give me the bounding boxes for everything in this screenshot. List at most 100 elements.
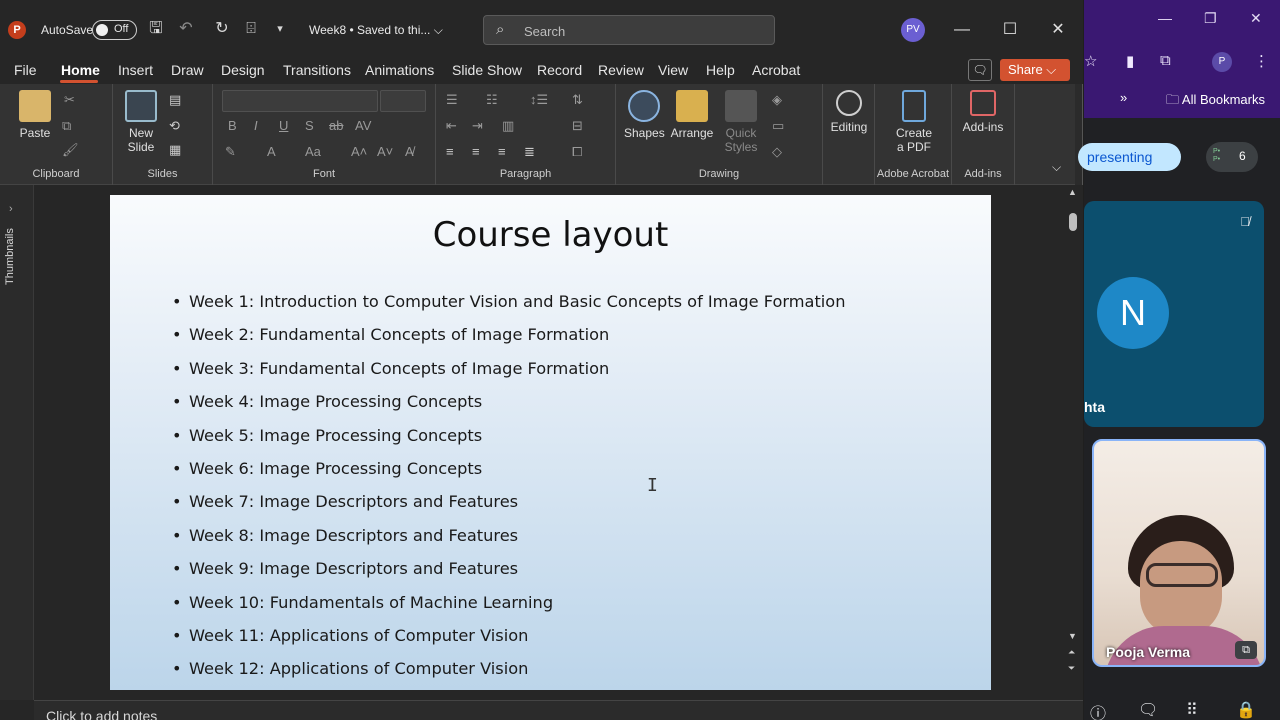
columns-icon[interactable]: ▥ bbox=[502, 118, 514, 134]
save-icon[interactable]: 🖫 bbox=[146, 19, 166, 39]
tab-help[interactable]: Help bbox=[706, 62, 735, 78]
tab-file[interactable]: File bbox=[14, 62, 37, 78]
bullets-icon[interactable]: ☰ bbox=[446, 92, 458, 108]
picture-in-picture-icon[interactable]: ⧉ bbox=[1235, 641, 1257, 659]
tab-design[interactable]: Design bbox=[221, 62, 265, 78]
underline-icon[interactable]: U bbox=[279, 118, 288, 133]
autosave-toggle[interactable]: Off bbox=[92, 20, 137, 40]
tab-transitions[interactable]: Transitions bbox=[283, 62, 351, 78]
tab-view[interactable]: View bbox=[658, 62, 688, 78]
strikethrough-icon[interactable]: ab bbox=[329, 118, 343, 133]
scroll-down-icon[interactable]: ▼ bbox=[1068, 631, 1077, 641]
tab-review[interactable]: Review bbox=[598, 62, 644, 78]
numbering-icon[interactable]: ☷ bbox=[486, 92, 498, 108]
next-slide-icon[interactable]: ⏷ bbox=[1068, 663, 1075, 674]
shape-outline-icon[interactable]: ▭ bbox=[772, 118, 784, 134]
increase-font-icon[interactable]: A˄ bbox=[351, 144, 367, 159]
browser-minimize-button[interactable]: — bbox=[1158, 10, 1172, 26]
slide-canvas[interactable]: Course layout • Week 1: Introduction to C… bbox=[110, 195, 991, 690]
section-icon[interactable]: ▦ bbox=[169, 142, 181, 158]
close-button[interactable]: ✕ bbox=[1046, 18, 1070, 42]
copy-icon[interactable]: ⧉ bbox=[62, 118, 71, 134]
smartart-icon[interactable]: ⧠ bbox=[572, 144, 582, 160]
bold-icon[interactable]: B bbox=[228, 118, 237, 133]
undo-icon[interactable]: ↶ bbox=[176, 19, 196, 39]
cut-icon[interactable]: ✂ bbox=[64, 92, 75, 108]
tab-animations[interactable]: Animations bbox=[365, 62, 434, 78]
char-spacing-icon[interactable]: AV bbox=[355, 118, 371, 133]
new-slide-button[interactable]: New Slide bbox=[121, 90, 161, 154]
course-bullet-list[interactable]: • Week 1: Introduction to Computer Vision… bbox=[172, 285, 845, 686]
all-bookmarks-link[interactable]: 🗀 All Bookmarks bbox=[1166, 91, 1265, 113]
tab-home[interactable]: Home bbox=[61, 62, 100, 78]
shape-effects-icon[interactable]: ◇ bbox=[772, 144, 782, 160]
tab-slide-show[interactable]: Slide Show bbox=[452, 62, 522, 78]
thumbnails-pane[interactable]: › Thumbnails bbox=[0, 185, 34, 700]
arrange-button[interactable]: Arrange bbox=[670, 90, 714, 140]
reset-icon[interactable]: ⟲ bbox=[169, 118, 180, 134]
activities-grid-icon[interactable]: ⠿ bbox=[1186, 700, 1198, 720]
text-direction-icon[interactable]: ⇅ bbox=[572, 92, 583, 108]
font-name-box[interactable] bbox=[222, 90, 378, 112]
share-button[interactable]: Share ⌵ bbox=[1000, 59, 1070, 81]
meeting-info-icon[interactable]: ⓘ bbox=[1090, 700, 1106, 720]
notes-pane[interactable]: Click to add notes bbox=[34, 700, 1083, 720]
font-color-icon[interactable]: A bbox=[267, 144, 276, 159]
user-avatar[interactable]: PV bbox=[901, 18, 925, 42]
browser-close-button[interactable]: ✕ bbox=[1250, 10, 1262, 27]
highlight-icon[interactable]: ✎ bbox=[225, 144, 236, 160]
paste-button[interactable]: Paste bbox=[16, 90, 54, 140]
decrease-indent-icon[interactable]: ⇤ bbox=[446, 118, 457, 134]
shadow-icon[interactable]: S bbox=[305, 118, 314, 133]
clear-format-icon[interactable]: A̸ bbox=[405, 144, 414, 159]
extensions-puzzle-icon[interactable]: ⧉ bbox=[1160, 52, 1171, 69]
create-pdf-button[interactable]: Create a PDF bbox=[891, 90, 937, 154]
chat-icon[interactable]: 🗨 bbox=[1138, 700, 1158, 720]
browser-menu-icon[interactable]: ⋮ bbox=[1254, 52, 1269, 70]
minimize-button[interactable]: — bbox=[950, 18, 974, 42]
increase-indent-icon[interactable]: ⇥ bbox=[472, 118, 483, 134]
present-icon[interactable]: ⌹ bbox=[241, 19, 261, 39]
more-bookmarks-icon[interactable]: » bbox=[1120, 90, 1127, 105]
align-center-icon[interactable]: ≡ bbox=[472, 144, 480, 159]
participant-tile[interactable]: 🎙̸ N hta bbox=[1084, 201, 1264, 427]
tab-record[interactable]: Record bbox=[537, 62, 582, 78]
maximize-button[interactable]: ☐ bbox=[998, 18, 1022, 42]
shapes-button[interactable]: Shapes bbox=[624, 90, 665, 140]
bookmark-star-icon[interactable]: ☆ bbox=[1084, 52, 1097, 70]
shape-fill-icon[interactable]: ◈ bbox=[772, 92, 782, 108]
editing-button[interactable]: Editing bbox=[829, 90, 869, 134]
host-controls-lock-icon[interactable]: 🔒 bbox=[1236, 700, 1256, 720]
justify-icon[interactable]: ≣ bbox=[524, 144, 535, 160]
customize-toolbar-icon[interactable]: ▾ bbox=[270, 19, 290, 39]
document-title[interactable]: Week8 • Saved to thi... ⌵ bbox=[309, 23, 443, 38]
scroll-up-icon[interactable]: ▲ bbox=[1068, 187, 1077, 197]
tab-insert[interactable]: Insert bbox=[118, 62, 153, 78]
slide-title[interactable]: Course layout bbox=[110, 215, 991, 255]
comments-button[interactable]: 🗨 bbox=[968, 59, 992, 81]
italic-icon[interactable]: I bbox=[254, 118, 258, 133]
participants-button[interactable]: P• P• 6 bbox=[1206, 142, 1258, 172]
tab-acrobat[interactable]: Acrobat bbox=[752, 62, 800, 78]
tab-draw[interactable]: Draw bbox=[171, 62, 204, 78]
browser-profile-avatar[interactable]: P bbox=[1212, 52, 1232, 72]
redo-icon[interactable]: ↻ bbox=[212, 19, 232, 39]
decrease-font-icon[interactable]: A˅ bbox=[377, 144, 393, 159]
vertical-scrollbar[interactable]: ▲ ▼ ⏶ ⏷ bbox=[1065, 185, 1081, 700]
quick-styles-button[interactable]: Quick Styles bbox=[720, 90, 762, 154]
previous-slide-icon[interactable]: ⏶ bbox=[1068, 647, 1075, 658]
align-text-icon[interactable]: ⊟ bbox=[572, 118, 583, 134]
self-video-tile[interactable]: Pooja Verma ⧉ bbox=[1092, 439, 1266, 667]
extension-icon[interactable]: ▮ bbox=[1126, 52, 1134, 70]
format-painter-icon[interactable]: 🖌 bbox=[62, 142, 79, 158]
addins-button[interactable]: Add-ins bbox=[961, 90, 1005, 134]
presenting-badge[interactable]: presenting bbox=[1078, 143, 1181, 171]
font-size-box[interactable] bbox=[380, 90, 426, 112]
search-box[interactable]: ⌕ Search bbox=[483, 15, 775, 45]
ribbon-collapse-icon[interactable]: ⌵ bbox=[1052, 160, 1061, 175]
line-spacing-icon[interactable]: ↕☰ bbox=[530, 92, 548, 108]
scrollbar-thumb[interactable] bbox=[1069, 213, 1077, 231]
align-right-icon[interactable]: ≡ bbox=[498, 144, 506, 159]
browser-restore-button[interactable]: ❐ bbox=[1204, 10, 1217, 27]
change-case-icon[interactable]: Aa bbox=[305, 144, 321, 159]
